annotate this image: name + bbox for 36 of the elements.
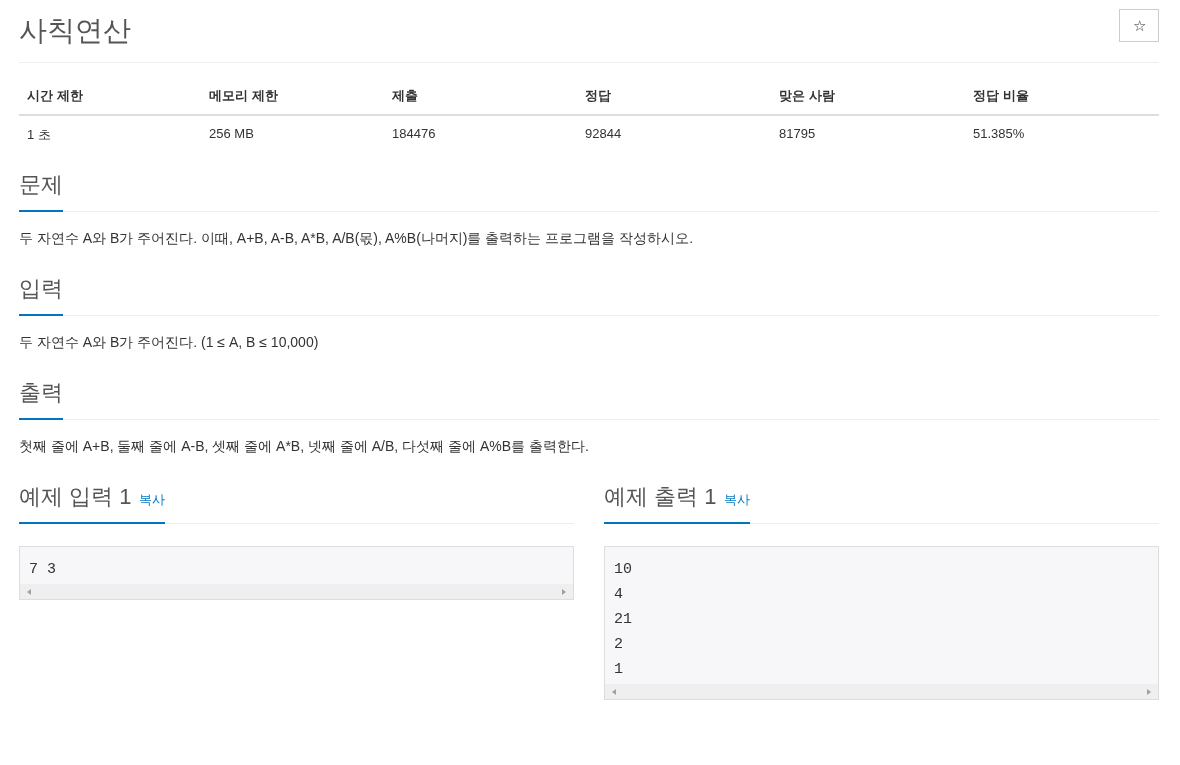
section-heading: 출력 — [19, 378, 63, 420]
copy-link[interactable]: 복사 — [139, 491, 166, 509]
column-header: 맞은 사람 — [779, 87, 836, 105]
copy-link[interactable]: 복사 — [724, 491, 751, 509]
section-text: 두 자연수 A와 B가 주어진다. (1 ≤ A, B ≤ 10,000) — [19, 334, 320, 352]
scroll-left-icon[interactable] — [26, 587, 32, 596]
table-cell-text: 51.385% — [973, 125, 1026, 143]
column-header: 정답 비율 — [973, 87, 1030, 105]
table-cell-text: 81795 — [779, 125, 817, 143]
sample-line: 10 — [613, 560, 633, 580]
column-header: 시간 제한 — [27, 87, 84, 105]
sample-line: 21 — [613, 610, 633, 630]
column-header: 제출 — [392, 87, 419, 105]
table-cell-text: 92844 — [585, 125, 623, 143]
section-heading: 문제 — [19, 170, 63, 212]
scroll-right-icon[interactable] — [561, 587, 567, 596]
section-heading: 입력 — [19, 274, 63, 316]
table-cell-text: 184476 — [392, 125, 437, 143]
sample-line: 2 — [613, 635, 624, 655]
section-text: 첫째 줄에 A+B, 둘째 줄에 A-B, 셋째 줄에 A*B, 넷째 줄에 A/B, 다섯째 줄에 A%B를 출력한다. — [19, 438, 590, 456]
star-button[interactable]: ☆ — [1119, 9, 1159, 42]
horizontal-scrollbar[interactable] — [20, 584, 573, 599]
table-cell-text: 1 초 — [27, 126, 52, 144]
column-header: 정답 — [585, 87, 612, 105]
sample-line: 1 — [613, 660, 624, 680]
scroll-right-icon[interactable] — [1146, 687, 1152, 696]
sample-line: 4 — [613, 585, 624, 605]
horizontal-scrollbar[interactable] — [605, 684, 1158, 699]
section-text: 두 자연수 A와 B가 주어진다. 이때, A+B, A-B, A*B, A/B(몫), A%B(나머지)를 출력하는 프로그램을 작성하시오. — [19, 230, 695, 248]
problem-title: 사칙연산 — [19, 14, 131, 48]
sample-line: 7 3 — [28, 560, 57, 580]
column-header: 메모리 제한 — [209, 87, 279, 105]
table-cell-text: 256 MB — [209, 125, 255, 143]
sample-heading: 예제 입력 1 — [19, 483, 132, 511]
scroll-left-icon[interactable] — [611, 687, 617, 696]
sample-heading: 예제 출력 1 — [604, 483, 717, 511]
